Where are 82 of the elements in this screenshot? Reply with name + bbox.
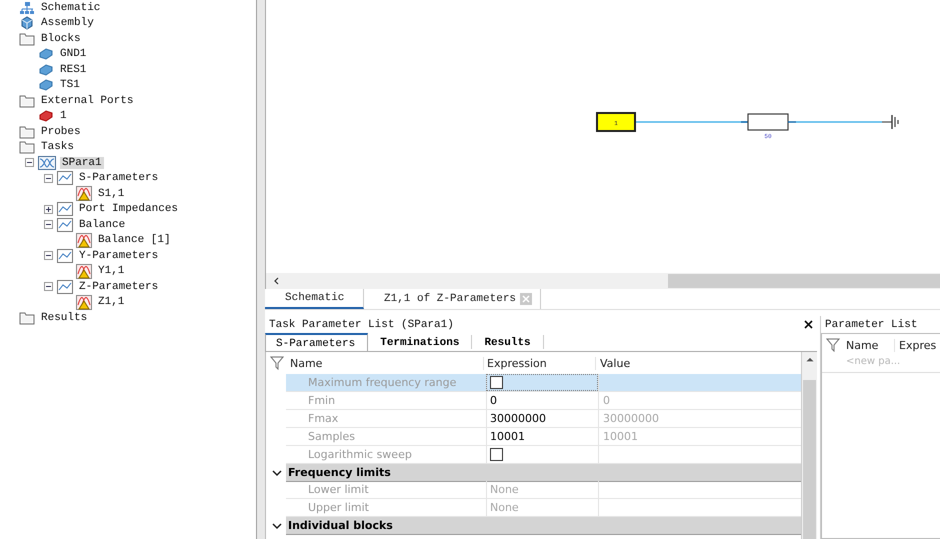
tree-item[interactable]: GND1 xyxy=(58,48,88,60)
filter-icon[interactable] xyxy=(826,338,840,352)
parameter-name: Samples xyxy=(307,430,356,443)
tree-item[interactable]: Balance [1] xyxy=(96,234,173,246)
network-icon xyxy=(19,0,35,15)
block-icon xyxy=(38,78,54,92)
line-chart-icon xyxy=(57,248,73,263)
tree-item[interactable]: Blocks xyxy=(39,32,83,45)
tree-item[interactable]: RES1 xyxy=(58,64,88,76)
panel-title: Task Parameter List (SPara1) xyxy=(269,318,454,330)
column-header[interactable]: Expres xyxy=(894,338,936,352)
parameter-name: Fmin xyxy=(307,394,336,407)
line-chart-icon xyxy=(57,280,73,294)
warning-chart-icon xyxy=(76,294,92,310)
tree-item[interactable]: S-Parameters xyxy=(77,172,160,184)
folder-icon xyxy=(19,124,35,139)
checkbox[interactable] xyxy=(490,376,503,389)
horizontal-scrollbar[interactable] xyxy=(265,273,940,289)
tree-item[interactable]: 1 xyxy=(58,110,69,122)
tree-item[interactable]: Y1,1 xyxy=(96,265,126,278)
tree-item[interactable]: External Ports xyxy=(39,94,136,107)
tree-item[interactable]: Z1,1 xyxy=(96,296,126,308)
panel-title: Parameter List xyxy=(825,318,918,330)
folder-icon xyxy=(19,32,35,46)
vertical-scrollbar[interactable] xyxy=(801,352,817,539)
tree-item[interactable]: Assembly xyxy=(39,17,96,30)
tree-item[interactable]: Y-Parameters xyxy=(77,250,160,262)
port-block-icon xyxy=(38,109,54,124)
cube-icon xyxy=(19,16,35,30)
block-icon xyxy=(38,47,54,62)
document-tab[interactable]: Z1,1 of Z-Parameters xyxy=(364,289,542,309)
tree-item[interactable]: Schematic xyxy=(39,2,102,14)
tree-item[interactable]: TS1 xyxy=(58,79,82,92)
tree-item[interactable]: SPara1 xyxy=(60,156,104,169)
parameter-name: Lower limit xyxy=(307,483,370,496)
expression-cell[interactable]: 30000000 xyxy=(490,412,546,425)
tree-item[interactable]: Balance xyxy=(77,218,128,231)
parameter-row[interactable]: Fmin 0 0 xyxy=(286,392,801,410)
scroll-up-icon[interactable] xyxy=(806,357,814,362)
value-cell: 30000000 xyxy=(603,412,659,425)
column-header[interactable]: Expression xyxy=(483,356,595,370)
filter-icon[interactable] xyxy=(270,356,284,370)
panel-tab[interactable]: S-Parameters xyxy=(265,333,368,351)
value-cell: 0 xyxy=(603,394,610,407)
parameter-row[interactable]: Samples 10001 10001 xyxy=(286,428,801,446)
tree-item[interactable]: S1,1 xyxy=(96,188,126,200)
folder-icon xyxy=(19,310,35,325)
group-header[interactable]: Individual blocks xyxy=(286,516,801,534)
tree-item[interactable]: Tasks xyxy=(39,141,76,154)
line-chart-icon xyxy=(57,171,73,186)
resistor-symbol[interactable] xyxy=(741,113,796,131)
panel-tab[interactable]: Results xyxy=(472,335,544,349)
parameter-row[interactable]: Fmax 30000000 30000000 xyxy=(286,410,801,428)
expression-cell[interactable]: 10001 xyxy=(490,430,525,443)
warning-chart-icon xyxy=(76,186,92,202)
wave-chart-icon xyxy=(38,156,56,170)
line-chart-icon xyxy=(57,202,73,216)
folder-icon xyxy=(19,94,35,108)
tree-item[interactable]: Port Impedances xyxy=(77,203,180,216)
warning-chart-icon xyxy=(76,232,92,248)
tree-item[interactable]: Z-Parameters xyxy=(77,280,160,293)
line-chart-icon xyxy=(57,218,73,232)
parameter-name: Upper limit xyxy=(307,501,370,514)
group-header[interactable]: Frequency limits xyxy=(286,464,801,482)
expression-cell[interactable]: 0 xyxy=(490,394,497,407)
block-icon xyxy=(38,62,54,77)
tree-item[interactable]: Results xyxy=(39,312,90,324)
column-header[interactable]: Name xyxy=(288,356,483,370)
column-header[interactable]: Name xyxy=(844,338,894,352)
chevron-icon[interactable] xyxy=(272,468,282,478)
close-icon[interactable] xyxy=(804,320,813,329)
ground-symbol xyxy=(882,115,899,129)
parameter-name: Fmax xyxy=(307,412,340,425)
tree-item[interactable]: Probes xyxy=(39,126,83,138)
chevron-icon[interactable] xyxy=(272,520,282,530)
checkbox[interactable] xyxy=(490,448,503,461)
warning-chart-icon xyxy=(76,264,92,279)
parameter-name: Maximum frequency range xyxy=(307,376,458,389)
folder-icon xyxy=(19,140,35,154)
parameter-name: Logarithmic sweep xyxy=(307,448,413,461)
value-cell: 10001 xyxy=(603,430,638,443)
panel-tab[interactable]: Terminations xyxy=(368,335,472,349)
